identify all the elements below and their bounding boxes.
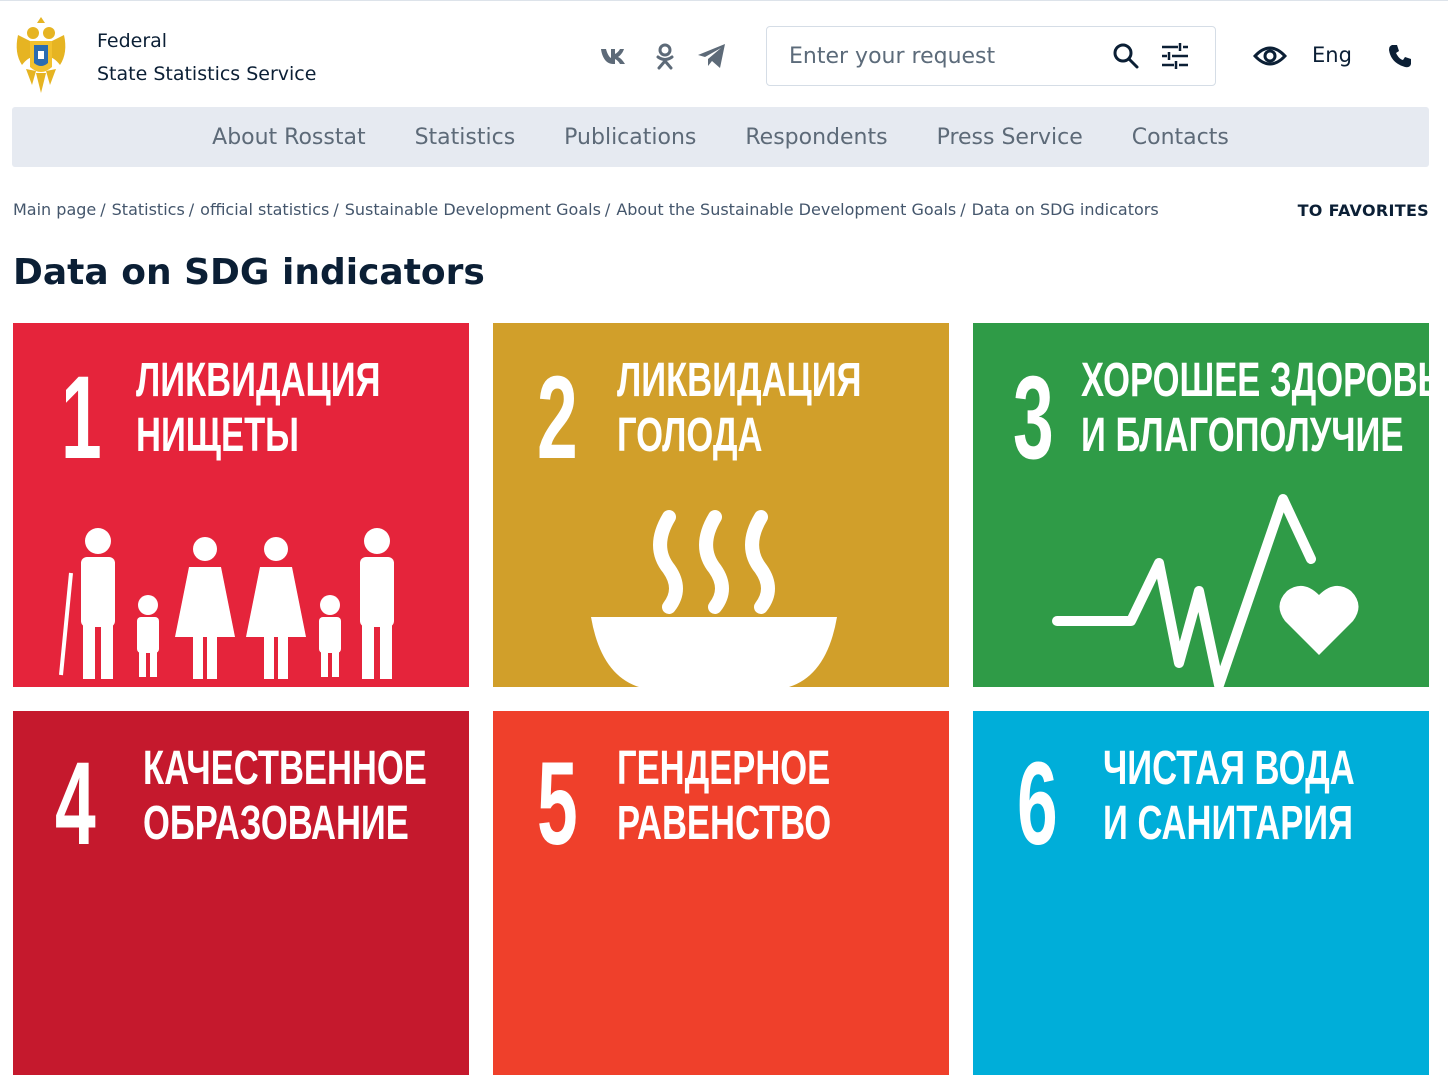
breadcrumb-item[interactable]: About the Sustainable Development Goals — [616, 200, 956, 219]
goal-title-line2: и санитария — [1103, 797, 1353, 850]
search-icon[interactable] — [1111, 41, 1141, 71]
filter-sliders-icon[interactable] — [1159, 41, 1191, 71]
goal-title-line1: чистая вода — [1103, 742, 1355, 795]
telegram-icon[interactable] — [697, 41, 727, 71]
breadcrumb-item[interactable]: Statistics — [112, 200, 185, 219]
breadcrumb-separator: / — [188, 200, 195, 219]
nav-item-publications[interactable]: Publications — [564, 125, 696, 150]
org-name-line1: Federal — [97, 30, 168, 52]
org-name-line2: State Statistics Service — [97, 63, 317, 85]
goal-title-line2: равенство — [617, 797, 832, 850]
goal-title-line1: качественное — [143, 742, 427, 795]
nav-item-press[interactable]: Press Service — [937, 125, 1083, 150]
search-box — [766, 26, 1216, 86]
eye-icon[interactable] — [1252, 41, 1288, 71]
main-nav: About Rosstat Statistics Publications Re… — [12, 107, 1429, 167]
nav-item-respondents[interactable]: Respondents — [745, 125, 887, 150]
breadcrumb-current: Data on SDG indicators — [971, 200, 1159, 219]
goal-title: гендерное равенство — [617, 741, 831, 851]
goal-title-line2: образование — [143, 797, 409, 850]
site-header: Federal State Statistics Service Eng — [0, 0, 1448, 107]
goal-title-line1: гендерное — [617, 742, 831, 795]
coat-of-arms-logo[interactable] — [12, 13, 70, 97]
goal-title: чистая вода и санитария — [1103, 741, 1355, 851]
sdg-goal-3-tile[interactable]: 3 хорошее здоровье и благополучие — [973, 323, 1429, 687]
odnoklassniki-icon[interactable] — [650, 41, 680, 71]
phone-icon[interactable] — [1386, 42, 1414, 70]
breadcrumb-item[interactable]: official statistics — [200, 200, 329, 219]
sdg-goal-1-tile[interactable]: 1 ликвидация нищеты — [13, 323, 469, 687]
goal-number: 6 — [1017, 738, 1058, 870]
add-to-favorites-button[interactable]: TO FAVORITES — [1298, 201, 1429, 220]
breadcrumb: Main page / Statistics / official statisti… — [13, 200, 1159, 219]
bowl-icon — [591, 510, 837, 687]
breadcrumb-separator: / — [100, 200, 106, 219]
search-input[interactable] — [789, 39, 1089, 73]
sdg-goal-6-tile[interactable]: 6 чистая вода и санитария — [973, 711, 1429, 1075]
nav-item-contacts[interactable]: Contacts — [1132, 125, 1229, 150]
heartbeat-icon — [1052, 494, 1359, 687]
breadcrumb-item[interactable]: Main page — [13, 200, 96, 219]
language-switch[interactable]: Eng — [1312, 43, 1352, 67]
goal-title: качественное образование — [143, 741, 427, 851]
breadcrumb-separator: / — [604, 200, 611, 219]
sdg-goal-5-tile[interactable]: 5 гендерное равенство — [493, 711, 949, 1075]
breadcrumb-separator: / — [960, 200, 966, 219]
org-name[interactable]: Federal State Statistics Service — [97, 25, 316, 91]
sdg-goal-4-tile[interactable]: 4 качественное образование — [13, 711, 469, 1075]
goal-number: 4 — [55, 738, 96, 870]
page-title: Data on SDG indicators — [13, 252, 485, 293]
breadcrumb-separator: / — [333, 200, 339, 219]
breadcrumb-item[interactable]: Sustainable Development Goals — [345, 200, 601, 219]
nav-item-about[interactable]: About Rosstat — [212, 125, 365, 150]
vk-icon[interactable] — [600, 41, 630, 71]
goal-number: 5 — [537, 738, 578, 870]
family-icon — [59, 528, 394, 679]
nav-item-statistics[interactable]: Statistics — [415, 125, 516, 150]
sdg-goal-2-tile[interactable]: 2 ликвидация голода — [493, 323, 949, 687]
